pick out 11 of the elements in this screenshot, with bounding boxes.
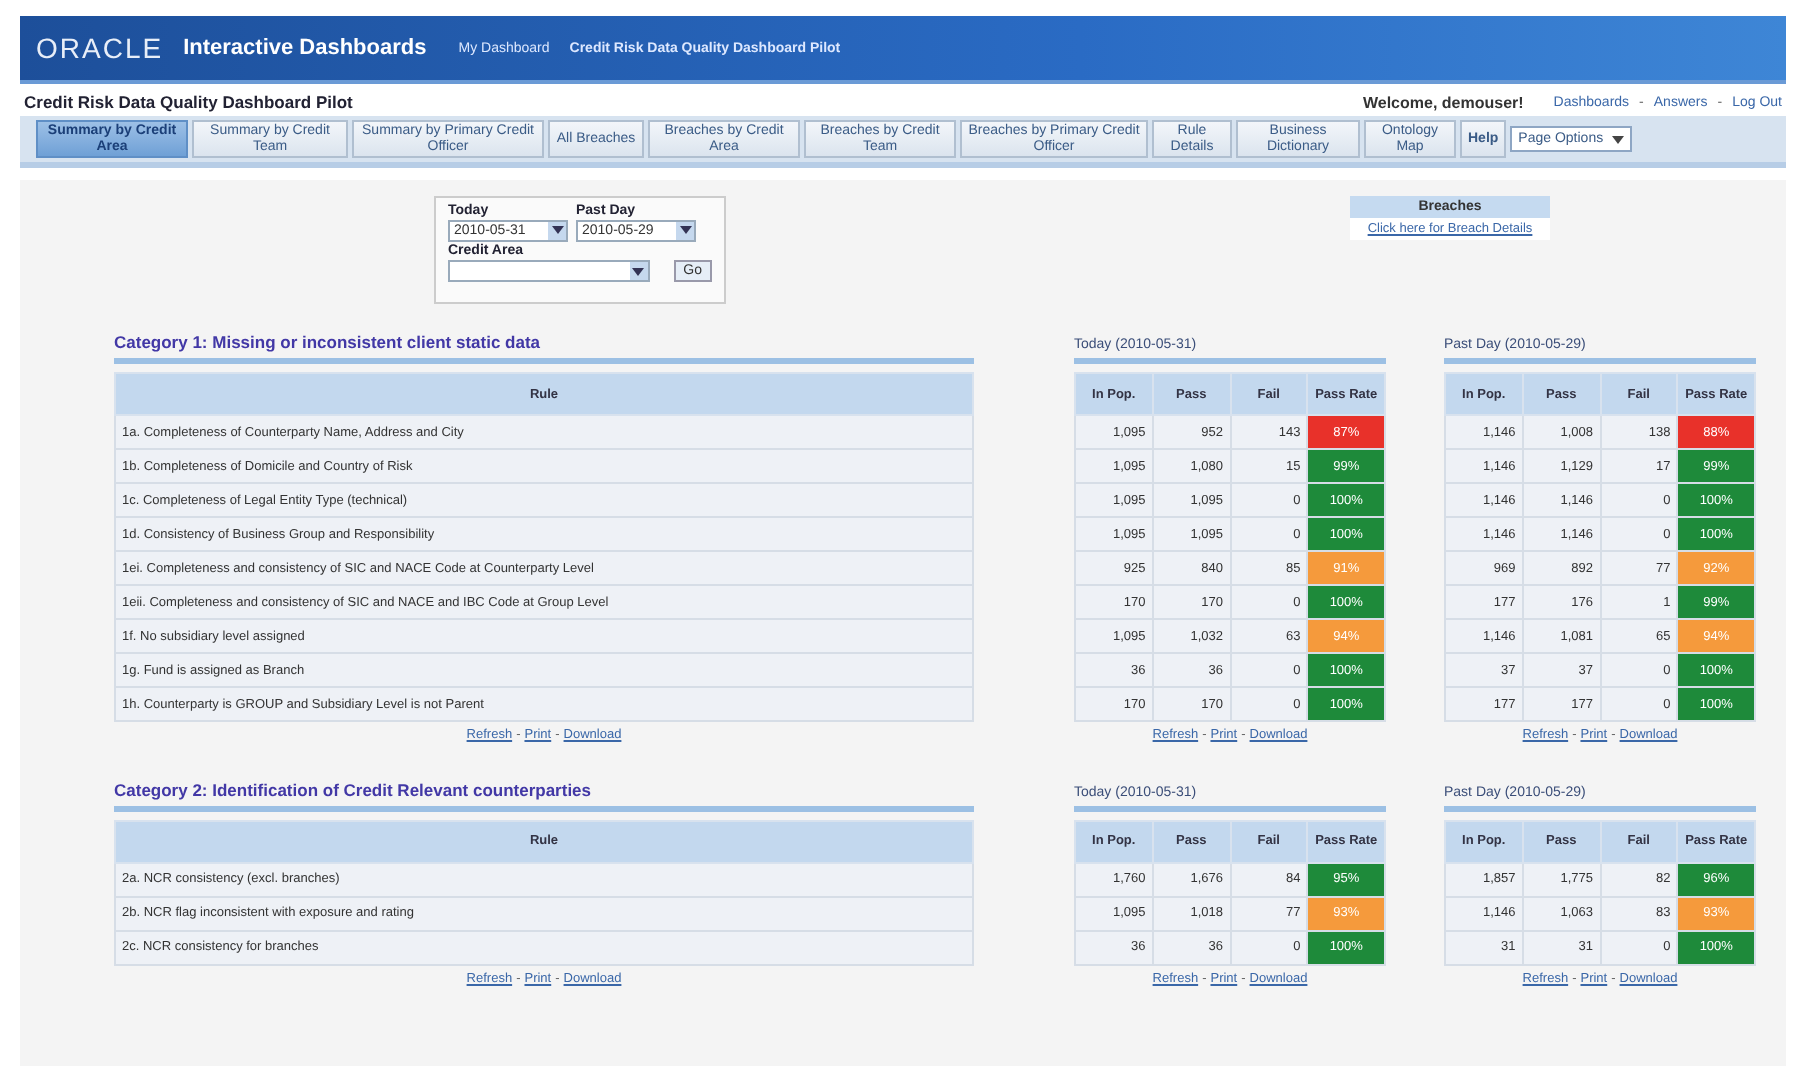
caret-icon [551, 226, 563, 235]
welcome-text: Welcome, demouser! [1362, 93, 1524, 111]
category-title: Category 2: Identification of Credit Relevant counterparties [114, 779, 974, 812]
dashboard-title: Credit Risk Data Quality Dashboard Pilot [24, 92, 355, 112]
credit-area-select[interactable] [448, 260, 650, 283]
caret-icon [632, 267, 645, 276]
caret-icon [1611, 135, 1624, 144]
caret-icon [679, 226, 691, 235]
product-name: Interactive Dashboards [183, 36, 427, 60]
logo: ORACLE [36, 32, 164, 64]
category-title: Category 1: Missing or inconsistent client static data [114, 332, 974, 365]
